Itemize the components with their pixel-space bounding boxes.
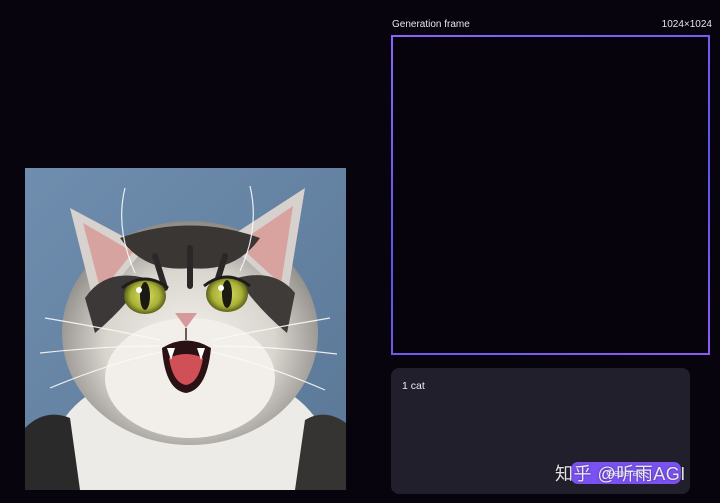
frame-size-label: 1024×1024 — [661, 18, 712, 30]
frame-header: Generation frame 1024×1024 — [392, 17, 712, 31]
generation-frame[interactable] — [391, 35, 710, 355]
generated-cat-image — [25, 168, 346, 490]
generate-button[interactable]: Generate — [571, 462, 681, 484]
prompt-text[interactable]: 1 cat — [402, 380, 679, 392]
frame-title: Generation frame — [392, 18, 470, 30]
